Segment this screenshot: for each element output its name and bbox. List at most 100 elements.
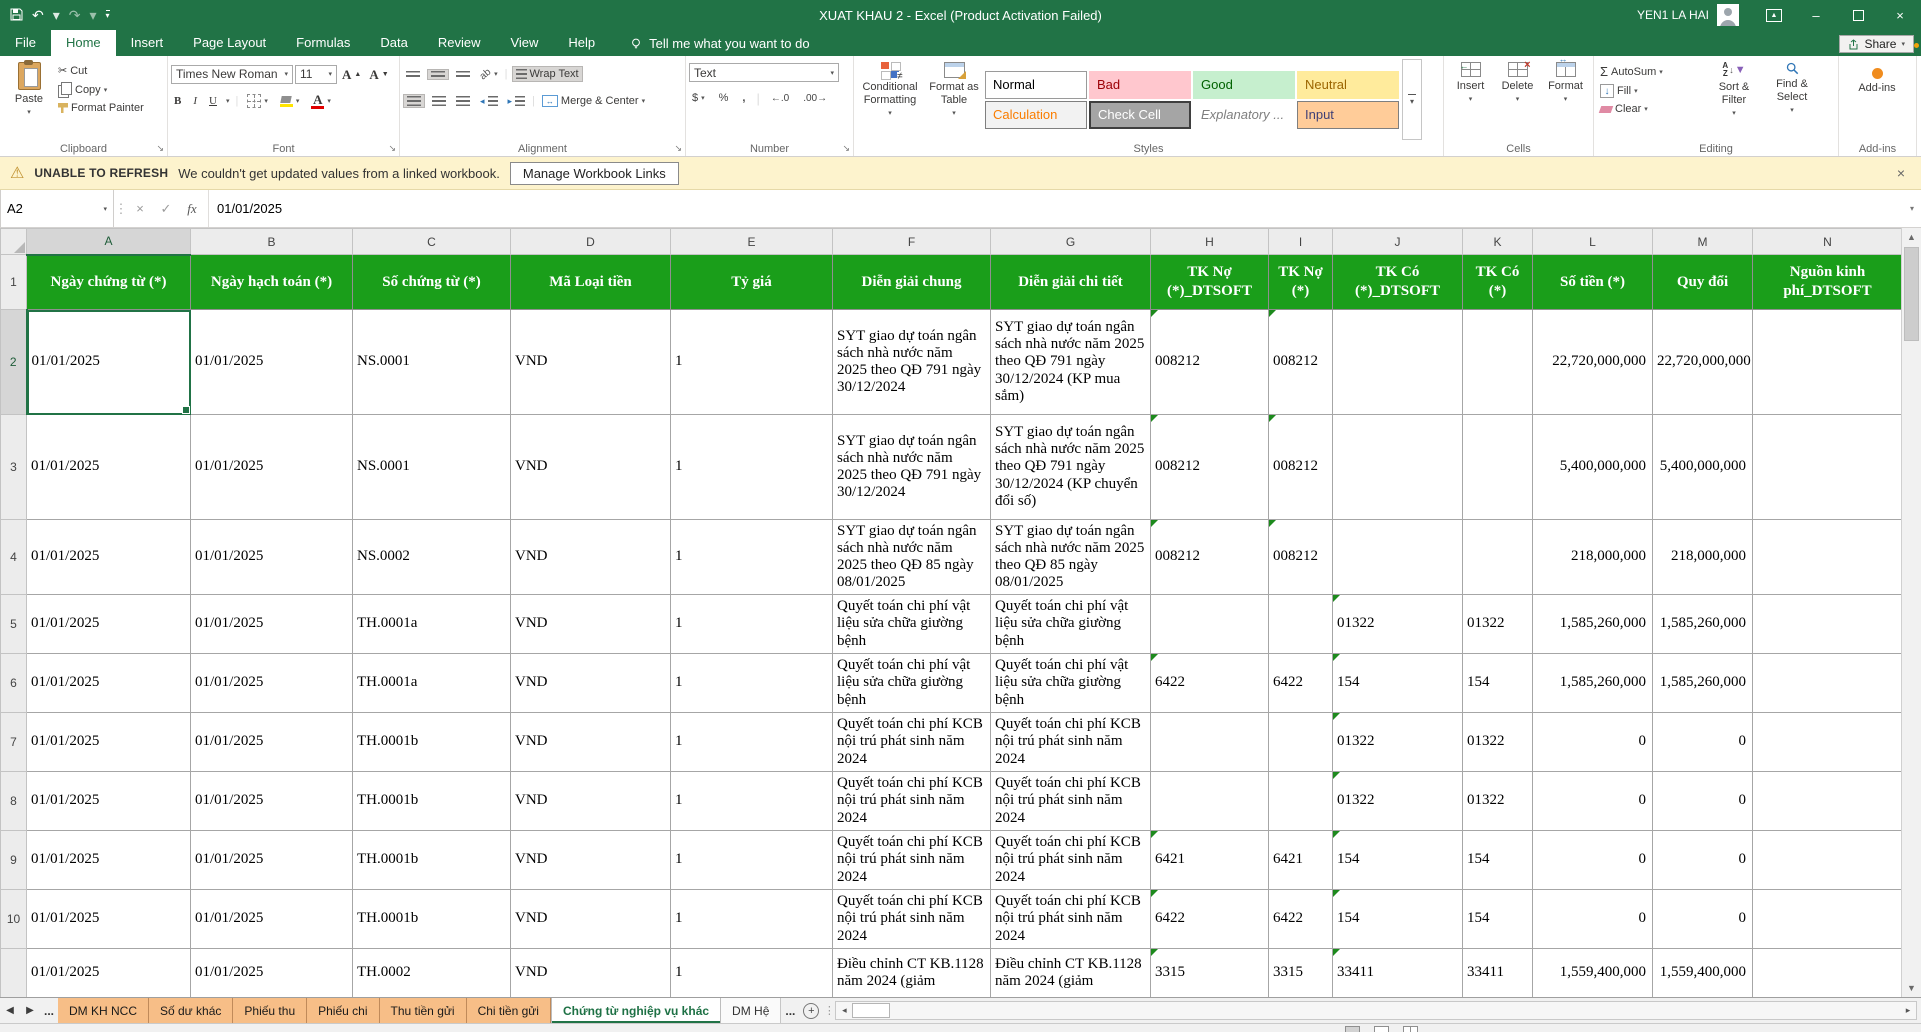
cell-F5[interactable]: Quyết toán chi phí vật liệu sửa chữa giư…	[833, 595, 991, 654]
save-icon[interactable]	[10, 8, 23, 23]
column-header-D[interactable]: D	[511, 229, 671, 255]
close-button[interactable]: ×	[1879, 0, 1921, 30]
font-size-combo[interactable]: 11▾	[295, 65, 337, 84]
cell-K8[interactable]: 01322	[1463, 772, 1533, 831]
cell-I10[interactable]: 6422	[1269, 890, 1333, 949]
fill-handle[interactable]	[182, 406, 190, 414]
cell-M6[interactable]: 1,585,260,000	[1653, 654, 1753, 713]
new-sheet-button[interactable]: +	[799, 998, 823, 1023]
cell-D4[interactable]: VND	[511, 520, 671, 595]
minimize-button[interactable]: –	[1795, 0, 1837, 30]
cell-K9[interactable]: 154	[1463, 831, 1533, 890]
font-dialog-launcher-icon[interactable]: ↘	[388, 143, 396, 154]
cell-L2[interactable]: 22,720,000,000	[1533, 310, 1653, 415]
cell-L8[interactable]: 0	[1533, 772, 1653, 831]
copy-button[interactable]: Copy▾	[55, 80, 147, 99]
column-header-N[interactable]: N	[1753, 229, 1903, 255]
column-header-G[interactable]: G	[991, 229, 1151, 255]
sheet-overflow-left[interactable]: ...	[40, 998, 58, 1023]
cell-C3[interactable]: NS.0001	[353, 415, 511, 520]
cell-N9[interactable]	[1753, 831, 1903, 890]
cell-H5[interactable]	[1151, 595, 1269, 654]
cell-J11[interactable]: 33411	[1333, 949, 1463, 998]
cell-G7[interactable]: Quyết toán chi phí KCB nội trú phát sinh…	[991, 713, 1151, 772]
cell-A6[interactable]: 01/01/2025	[27, 654, 191, 713]
cell-J9[interactable]: 154	[1333, 831, 1463, 890]
top-align-button[interactable]	[403, 70, 423, 79]
cell-N2[interactable]	[1753, 310, 1903, 415]
cell-H7[interactable]	[1151, 713, 1269, 772]
cell-I7[interactable]	[1269, 713, 1333, 772]
cell-style-bad[interactable]: Bad	[1089, 71, 1191, 99]
cell-I5[interactable]	[1269, 595, 1333, 654]
row-header-6[interactable]: 6	[1, 654, 27, 713]
cell-D5[interactable]: VND	[511, 595, 671, 654]
cell-B6[interactable]: 01/01/2025	[191, 654, 353, 713]
cell-C2[interactable]: NS.0001	[353, 310, 511, 415]
cell-L11[interactable]: 1,559,400,000	[1533, 949, 1653, 998]
sheet-tab-dm-kh-ncc[interactable]: DM KH NCC	[58, 998, 149, 1023]
row-header-2[interactable]: 2	[1, 310, 27, 415]
sheet-tab-thu-tiền-gửi[interactable]: Thu tiền gửi	[380, 998, 467, 1023]
cell-I11[interactable]: 3315	[1269, 949, 1333, 998]
cell-N10[interactable]	[1753, 890, 1903, 949]
cell-B4[interactable]: 01/01/2025	[191, 520, 353, 595]
increase-indent-button[interactable]: ▸	[505, 95, 529, 108]
column-header-H[interactable]: H	[1151, 229, 1269, 255]
select-all-corner[interactable]	[1, 229, 27, 255]
cell-style-good[interactable]: Good	[1193, 71, 1295, 99]
decrease-font-size-button[interactable]: A▼	[366, 68, 391, 81]
sheet-tab-phiếu-thu[interactable]: Phiếu thu	[233, 998, 307, 1023]
decrease-decimal-button[interactable]: .00→	[800, 92, 830, 105]
cell-B3[interactable]: 01/01/2025	[191, 415, 353, 520]
cell-M10[interactable]: 0	[1653, 890, 1753, 949]
cell-D6[interactable]: VND	[511, 654, 671, 713]
cell-G1[interactable]: Diễn giải chi tiết	[991, 255, 1151, 310]
cell-N3[interactable]	[1753, 415, 1903, 520]
cell-B2[interactable]: 01/01/2025	[191, 310, 353, 415]
user-avatar[interactable]	[1717, 4, 1739, 26]
fill-color-button[interactable]: ▾	[277, 95, 303, 108]
increase-decimal-button[interactable]: ←.0	[768, 92, 792, 105]
ribbon-tab-help[interactable]: Help	[553, 30, 610, 56]
restore-button[interactable]	[1837, 0, 1879, 30]
cell-B10[interactable]: 01/01/2025	[191, 890, 353, 949]
italic-button[interactable]: I	[190, 94, 200, 108]
column-header-B[interactable]: B	[191, 229, 353, 255]
cell-A9[interactable]: 01/01/2025	[27, 831, 191, 890]
cell-K10[interactable]: 154	[1463, 890, 1533, 949]
cell-M9[interactable]: 0	[1653, 831, 1753, 890]
cell-F7[interactable]: Quyết toán chi phí KCB nội trú phát sinh…	[833, 713, 991, 772]
fill-button[interactable]: ↓Fill▾	[1597, 83, 1705, 99]
insert-cells-button[interactable]: ← Insert▾	[1448, 59, 1494, 106]
cell-L7[interactable]: 0	[1533, 713, 1653, 772]
cell-G3[interactable]: SYT giao dự toán ngân sách nhà nước năm …	[991, 415, 1151, 520]
cell-style-normal[interactable]: Normal	[985, 71, 1087, 99]
expand-formula-bar-icon[interactable]: ▾	[1903, 190, 1921, 227]
cell-L6[interactable]: 1,585,260,000	[1533, 654, 1653, 713]
sheet-tab-phiếu-chi[interactable]: Phiếu chi	[307, 998, 379, 1023]
cell-I6[interactable]: 6422	[1269, 654, 1333, 713]
insert-function-icon[interactable]: fx	[180, 201, 204, 217]
cell-I8[interactable]	[1269, 772, 1333, 831]
column-header-A[interactable]: A	[27, 229, 191, 255]
cell-J3[interactable]	[1333, 415, 1463, 520]
customize-qat-icon[interactable]: ▾	[106, 10, 110, 20]
font-color-button[interactable]: A▾	[308, 93, 334, 110]
sheet-tab-số-dư-khác[interactable]: Số dư khác	[149, 998, 233, 1023]
cell-H8[interactable]	[1151, 772, 1269, 831]
styles-gallery-more-button[interactable]: ▾	[1402, 59, 1422, 140]
cell-F10[interactable]: Quyết toán chi phí KCB nội trú phát sinh…	[833, 890, 991, 949]
format-as-table-button[interactable]: Format asTable▾	[923, 59, 985, 140]
cell-A4[interactable]: 01/01/2025	[27, 520, 191, 595]
column-header-J[interactable]: J	[1333, 229, 1463, 255]
cell-C11[interactable]: TH.0002	[353, 949, 511, 998]
cell-G8[interactable]: Quyết toán chi phí KCB nội trú phát sinh…	[991, 772, 1151, 831]
comma-style-button[interactable]: ,	[739, 91, 748, 105]
ribbon-tab-file[interactable]: File	[0, 30, 51, 56]
column-header-M[interactable]: M	[1653, 229, 1753, 255]
cell-D9[interactable]: VND	[511, 831, 671, 890]
cell-F2[interactable]: SYT giao dự toán ngân sách nhà nước năm …	[833, 310, 991, 415]
column-header-E[interactable]: E	[671, 229, 833, 255]
cell-C1[interactable]: Số chứng từ (*)	[353, 255, 511, 310]
